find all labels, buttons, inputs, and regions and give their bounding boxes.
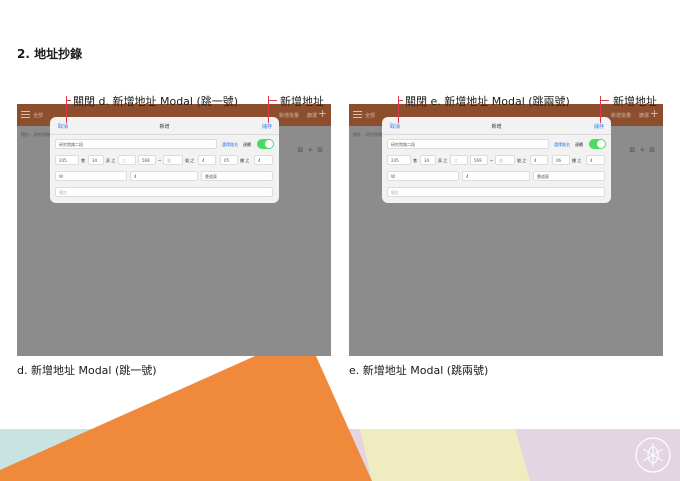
screenshot-d: 全部 新增批量 篩選 + 總計： 研究院路二段 ⊠+⊞ 取消 新增 儲存 研究院… [17, 104, 331, 356]
street-field[interactable]: 研究院路二段 [55, 139, 217, 149]
callout-tick-add-d [268, 100, 277, 101]
direction-field[interactable]: W [387, 171, 459, 181]
alley-sub-field[interactable]: 之 [118, 155, 136, 165]
menu-icon[interactable] [21, 111, 30, 119]
plus-icon[interactable]: + [650, 108, 659, 119]
row-tool-icons[interactable]: ⊠+⊞ [297, 146, 327, 154]
modal-title: 新增 [491, 124, 502, 130]
number-sub-label: 號 之 [517, 158, 527, 163]
continuous-toggle[interactable] [589, 139, 606, 149]
filter-link[interactable]: 篩選 [639, 112, 649, 119]
caption-d: d. 新增地址 Modal (跳一號) [17, 364, 157, 377]
add-address-modal: 取消 新增 儲存 研究院路二段 選擇路名 連續 245 巷 34 弄 之 之 5… [382, 117, 611, 203]
range-tilde: ~ [158, 158, 162, 163]
summary-label: 總計： [353, 132, 365, 137]
number-field[interactable]: 569 [470, 155, 488, 165]
callout-close-d: 關閉 d. 新增地址 Modal (跳一號) [73, 95, 239, 108]
unit-field[interactable]: 4 [462, 171, 530, 181]
cream-shape [360, 429, 530, 481]
direction-field[interactable]: W [55, 171, 127, 181]
row-tool-icons[interactable]: ⊠+⊞ [629, 146, 659, 154]
modal-divider [382, 134, 611, 135]
alley-label: 弄 之 [106, 158, 116, 163]
floor-sub-field[interactable]: 4 [586, 155, 605, 165]
callout-add-d: 新增地址 [280, 95, 324, 108]
menu-icon[interactable] [353, 111, 362, 119]
number-sub-field[interactable]: 4 [530, 155, 548, 165]
lane-field[interactable]: 245 [387, 155, 411, 165]
continuous-label: 連續 [243, 142, 251, 147]
logo-emblem [635, 437, 671, 473]
street-field[interactable]: 研究院路二段 [387, 139, 549, 149]
lane-label: 巷 [81, 158, 85, 163]
modal-divider [50, 134, 279, 135]
number-end-field[interactable]: 號 [495, 155, 515, 165]
alley-sub-field[interactable]: 之 [450, 155, 468, 165]
add-address-modal: 取消 新增 儲存 研究院路二段 選擇路名 連續 245 巷 34 弄 之 之 5… [50, 117, 279, 203]
modal-title: 新增 [159, 124, 170, 130]
callout-tick-close-e [398, 100, 403, 101]
floor-field[interactable]: 06 [552, 155, 570, 165]
continuous-label: 連續 [575, 142, 583, 147]
app-bar-left: 全部 [33, 113, 44, 119]
screenshot-e: 全部 新增批量 篩選 + 總計： 研究院路二段 ⊠+⊞ 取消 新增 儲存 研究院… [349, 104, 663, 356]
number-sub-label: 號 之 [185, 158, 195, 163]
floor-field[interactable]: 05 [220, 155, 238, 165]
note-field[interactable]: 備註 [55, 187, 273, 197]
callout-close-e: 關閉 e. 新增地址 Modal (跳兩號) [405, 95, 570, 108]
side-field[interactable]: 靠道東 [201, 171, 273, 181]
save-button[interactable]: 儲存 [594, 123, 604, 130]
summary-label: 總計： [21, 132, 33, 137]
lane-label: 巷 [413, 158, 417, 163]
pick-street-link[interactable]: 選擇路名 [222, 142, 238, 148]
app-bar-left: 全部 [365, 113, 376, 119]
batch-add-link[interactable]: 新增批量 [279, 112, 299, 119]
plus-icon[interactable]: + [318, 108, 327, 119]
save-button[interactable]: 儲存 [262, 123, 272, 130]
unit-field[interactable]: 4 [130, 171, 198, 181]
callout-add-e: 新增地址 [613, 95, 657, 108]
alley-label: 弄 之 [438, 158, 448, 163]
caption-e: e. 新增地址 Modal (跳兩號) [349, 364, 489, 377]
alley-field[interactable]: 34 [88, 155, 104, 165]
section-title: 2. 地址抄錄 [17, 47, 83, 61]
floor-sub-field[interactable]: 4 [254, 155, 273, 165]
number-sub-field[interactable]: 4 [198, 155, 216, 165]
note-field[interactable]: 備註 [387, 187, 605, 197]
filter-link[interactable]: 篩選 [307, 112, 317, 119]
range-tilde: ~ [490, 158, 494, 163]
number-end-field[interactable]: 號 [163, 155, 183, 165]
batch-add-link[interactable]: 新增批量 [611, 112, 631, 119]
callout-tick-add-e [600, 100, 609, 101]
continuous-toggle[interactable] [257, 139, 274, 149]
pick-street-link[interactable]: 選擇路名 [554, 142, 570, 148]
callout-tick-close-d [66, 100, 71, 101]
floor-sub-label: 樓 之 [240, 158, 250, 163]
lane-field[interactable]: 245 [55, 155, 79, 165]
side-field[interactable]: 靠道東 [533, 171, 605, 181]
alley-field[interactable]: 34 [420, 155, 436, 165]
floor-sub-label: 樓 之 [572, 158, 582, 163]
number-field[interactable]: 568 [138, 155, 156, 165]
